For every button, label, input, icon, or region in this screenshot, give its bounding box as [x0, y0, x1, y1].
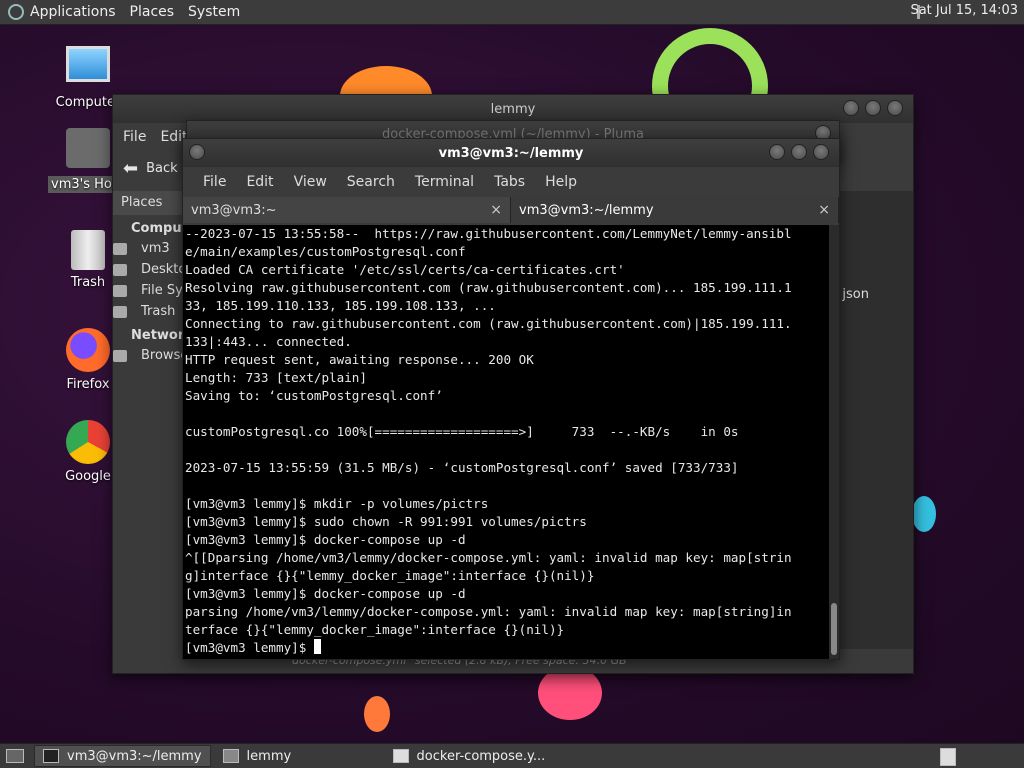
terminal-tabs: vm3@vm3:~ × vm3@vm3:~/lemmy ×: [183, 197, 839, 223]
terminal-line: Loaded CA certificate '/etc/ssl/certs/ca…: [185, 262, 625, 277]
maximize-button[interactable]: [865, 100, 881, 116]
terminal-titlebar[interactable]: vm3@vm3:~/lemmy: [183, 139, 839, 167]
sidebar-item-trash[interactable]: Trash: [113, 301, 187, 322]
window-title: lemmy: [490, 101, 536, 117]
terminal-line: HTTP request sent, awaiting response... …: [185, 352, 534, 367]
sidebar-item-home[interactable]: vm3: [113, 238, 187, 259]
terminal-line: parsing /home/vm3/lemmy/docker-compose.y…: [185, 604, 792, 619]
terminal-line: 33, 185.199.110.133, 185.199.108.133, ..…: [185, 298, 496, 313]
task-label: lemmy: [246, 748, 292, 764]
sidebar-header[interactable]: Places: [113, 191, 187, 215]
text-editor-icon: [392, 749, 409, 763]
back-button[interactable]: Back: [146, 161, 178, 176]
file-manager-titlebar[interactable]: lemmy: [113, 95, 913, 123]
wallpaper-small-blob: [364, 696, 390, 732]
terminal-screen[interactable]: --2023-07-15 13:55:58-- https://raw.gith…: [183, 225, 829, 659]
wallpaper-teal-blob: [912, 496, 936, 532]
task-label: vm3@vm3:~/lemmy: [67, 748, 202, 764]
terminal-output: --2023-07-15 13:55:58-- https://raw.gith…: [183, 225, 829, 657]
terminal-line: terface {}{"lemmy_docker_image":interfac…: [185, 622, 565, 637]
tab-label: vm3@vm3:~: [191, 202, 277, 218]
terminal-cursor: [313, 639, 321, 654]
distro-logo-icon[interactable]: [8, 4, 24, 20]
workspace-switcher-icon[interactable]: [940, 748, 956, 766]
menu-view[interactable]: View: [284, 174, 337, 190]
sidebar-item-filesystem[interactable]: File System: [113, 280, 187, 301]
menu-help[interactable]: Help: [535, 174, 587, 190]
chrome-icon: [66, 420, 110, 464]
applications-menu[interactable]: Applications: [30, 4, 116, 20]
computer-icon: [66, 46, 110, 82]
sidebar-item-desktop[interactable]: Desktop: [113, 259, 187, 280]
system-menu[interactable]: System: [188, 4, 240, 20]
close-button[interactable]: [887, 100, 903, 116]
top-panel: Applications Places System Sat Jul 15, 1…: [0, 0, 1024, 25]
places-sidebar: Places Computer vm3 Desktop File System …: [113, 191, 204, 649]
desktop-icon-label: Firefox: [66, 377, 110, 392]
folder-icon: [222, 749, 239, 763]
scrollbar-thumb[interactable]: [831, 603, 837, 655]
tab-lemmy[interactable]: vm3@vm3:~/lemmy ×: [511, 197, 839, 223]
firefox-icon: [66, 328, 110, 372]
terminal-line: Resolving raw.githubusercontent.com (raw…: [185, 280, 792, 295]
home-folder-icon: [66, 128, 110, 168]
terminal-line: g]interface {}{"lemmy_docker_image":inte…: [185, 568, 595, 583]
terminal-line: Length: 733 [text/plain]: [185, 370, 367, 385]
terminal-line: Connecting to raw.githubusercontent.com …: [185, 316, 792, 331]
minimize-button[interactable]: [189, 144, 205, 160]
menu-file[interactable]: File: [193, 174, 236, 190]
bottom-panel: vm3@vm3:~/lemmy lemmy docker-compose.y..…: [0, 743, 1024, 768]
menu-terminal[interactable]: Terminal: [405, 174, 484, 190]
terminal-line: [vm3@vm3 lemmy]$ mkdir -p volumes/pictrs: [185, 496, 489, 511]
menu-search[interactable]: Search: [337, 174, 405, 190]
minimize-button[interactable]: [843, 100, 859, 116]
file-label[interactable]: json: [842, 287, 869, 302]
desktop-icon-label: Trash: [70, 275, 106, 290]
trash-icon: [71, 230, 105, 270]
task-label: docker-compose.y...: [416, 748, 546, 764]
places-menu[interactable]: Places: [130, 4, 175, 20]
sidebar-group-network: Network: [131, 328, 193, 343]
desktop-icon-label: Google: [65, 469, 111, 484]
tab-label: vm3@vm3:~/lemmy: [519, 202, 654, 218]
terminal-line: 2023-07-15 13:55:59 (31.5 MB/s) - ‘custo…: [185, 460, 739, 475]
close-button[interactable]: [813, 144, 829, 160]
tab-home[interactable]: vm3@vm3:~ ×: [183, 197, 511, 223]
show-desktop-icon: [6, 749, 24, 763]
terminal-line: customPostgresql.co 100%[===============…: [185, 424, 739, 439]
terminal-line: [vm3@vm3 lemmy]$ docker-compose up -d: [185, 532, 466, 547]
task-terminal[interactable]: vm3@vm3:~/lemmy: [34, 745, 211, 767]
terminal-line: [vm3@vm3 lemmy]$ sudo chown -R 991:991 v…: [185, 514, 587, 529]
menu-edit[interactable]: Edit: [236, 174, 283, 190]
show-desktop-button[interactable]: [0, 746, 30, 766]
task-file-manager[interactable]: lemmy: [215, 746, 381, 766]
window-title: vm3@vm3:~/lemmy: [438, 145, 584, 161]
sidebar-item-browse-network[interactable]: Browse Network: [113, 345, 187, 366]
terminal-line: [vm3@vm3 lemmy]$ docker-compose up -d: [185, 586, 466, 601]
terminal-line: --2023-07-15 13:55:58-- https://raw.gith…: [185, 226, 792, 241]
task-pluma[interactable]: docker-compose.y...: [385, 746, 554, 766]
terminal-prompt: [vm3@vm3 lemmy]$: [185, 640, 314, 655]
terminal-line: e/main/examples/customPostgresql.conf: [185, 244, 466, 259]
terminal-line: Saving to: ‘customPostgresql.conf’: [185, 388, 443, 403]
close-tab-icon[interactable]: ×: [818, 202, 830, 218]
wallpaper-pink-blob: [538, 666, 602, 720]
sidebar-group-computer: Computer: [131, 221, 204, 236]
maximize-button[interactable]: [791, 144, 807, 160]
back-arrow-icon[interactable]: ⬅: [123, 158, 138, 179]
terminal-menubar: File Edit View Search Terminal Tabs Help: [183, 167, 839, 197]
close-tab-icon[interactable]: ×: [490, 202, 502, 218]
terminal-icon: [43, 749, 59, 763]
minimize-button[interactable]: [769, 144, 785, 160]
terminal-window: vm3@vm3:~/lemmy File Edit View Search Te…: [182, 138, 840, 660]
terminal-scrollbar[interactable]: [829, 225, 839, 659]
menu-file[interactable]: File: [123, 129, 146, 145]
terminal-line: ^[[Dparsing /home/vm3/lemmy/docker-compo…: [185, 550, 792, 565]
menu-tabs[interactable]: Tabs: [484, 174, 535, 190]
clock[interactable]: Sat Jul 15, 14:03: [910, 3, 1018, 18]
terminal-line: 133|:443... connected.: [185, 334, 352, 349]
